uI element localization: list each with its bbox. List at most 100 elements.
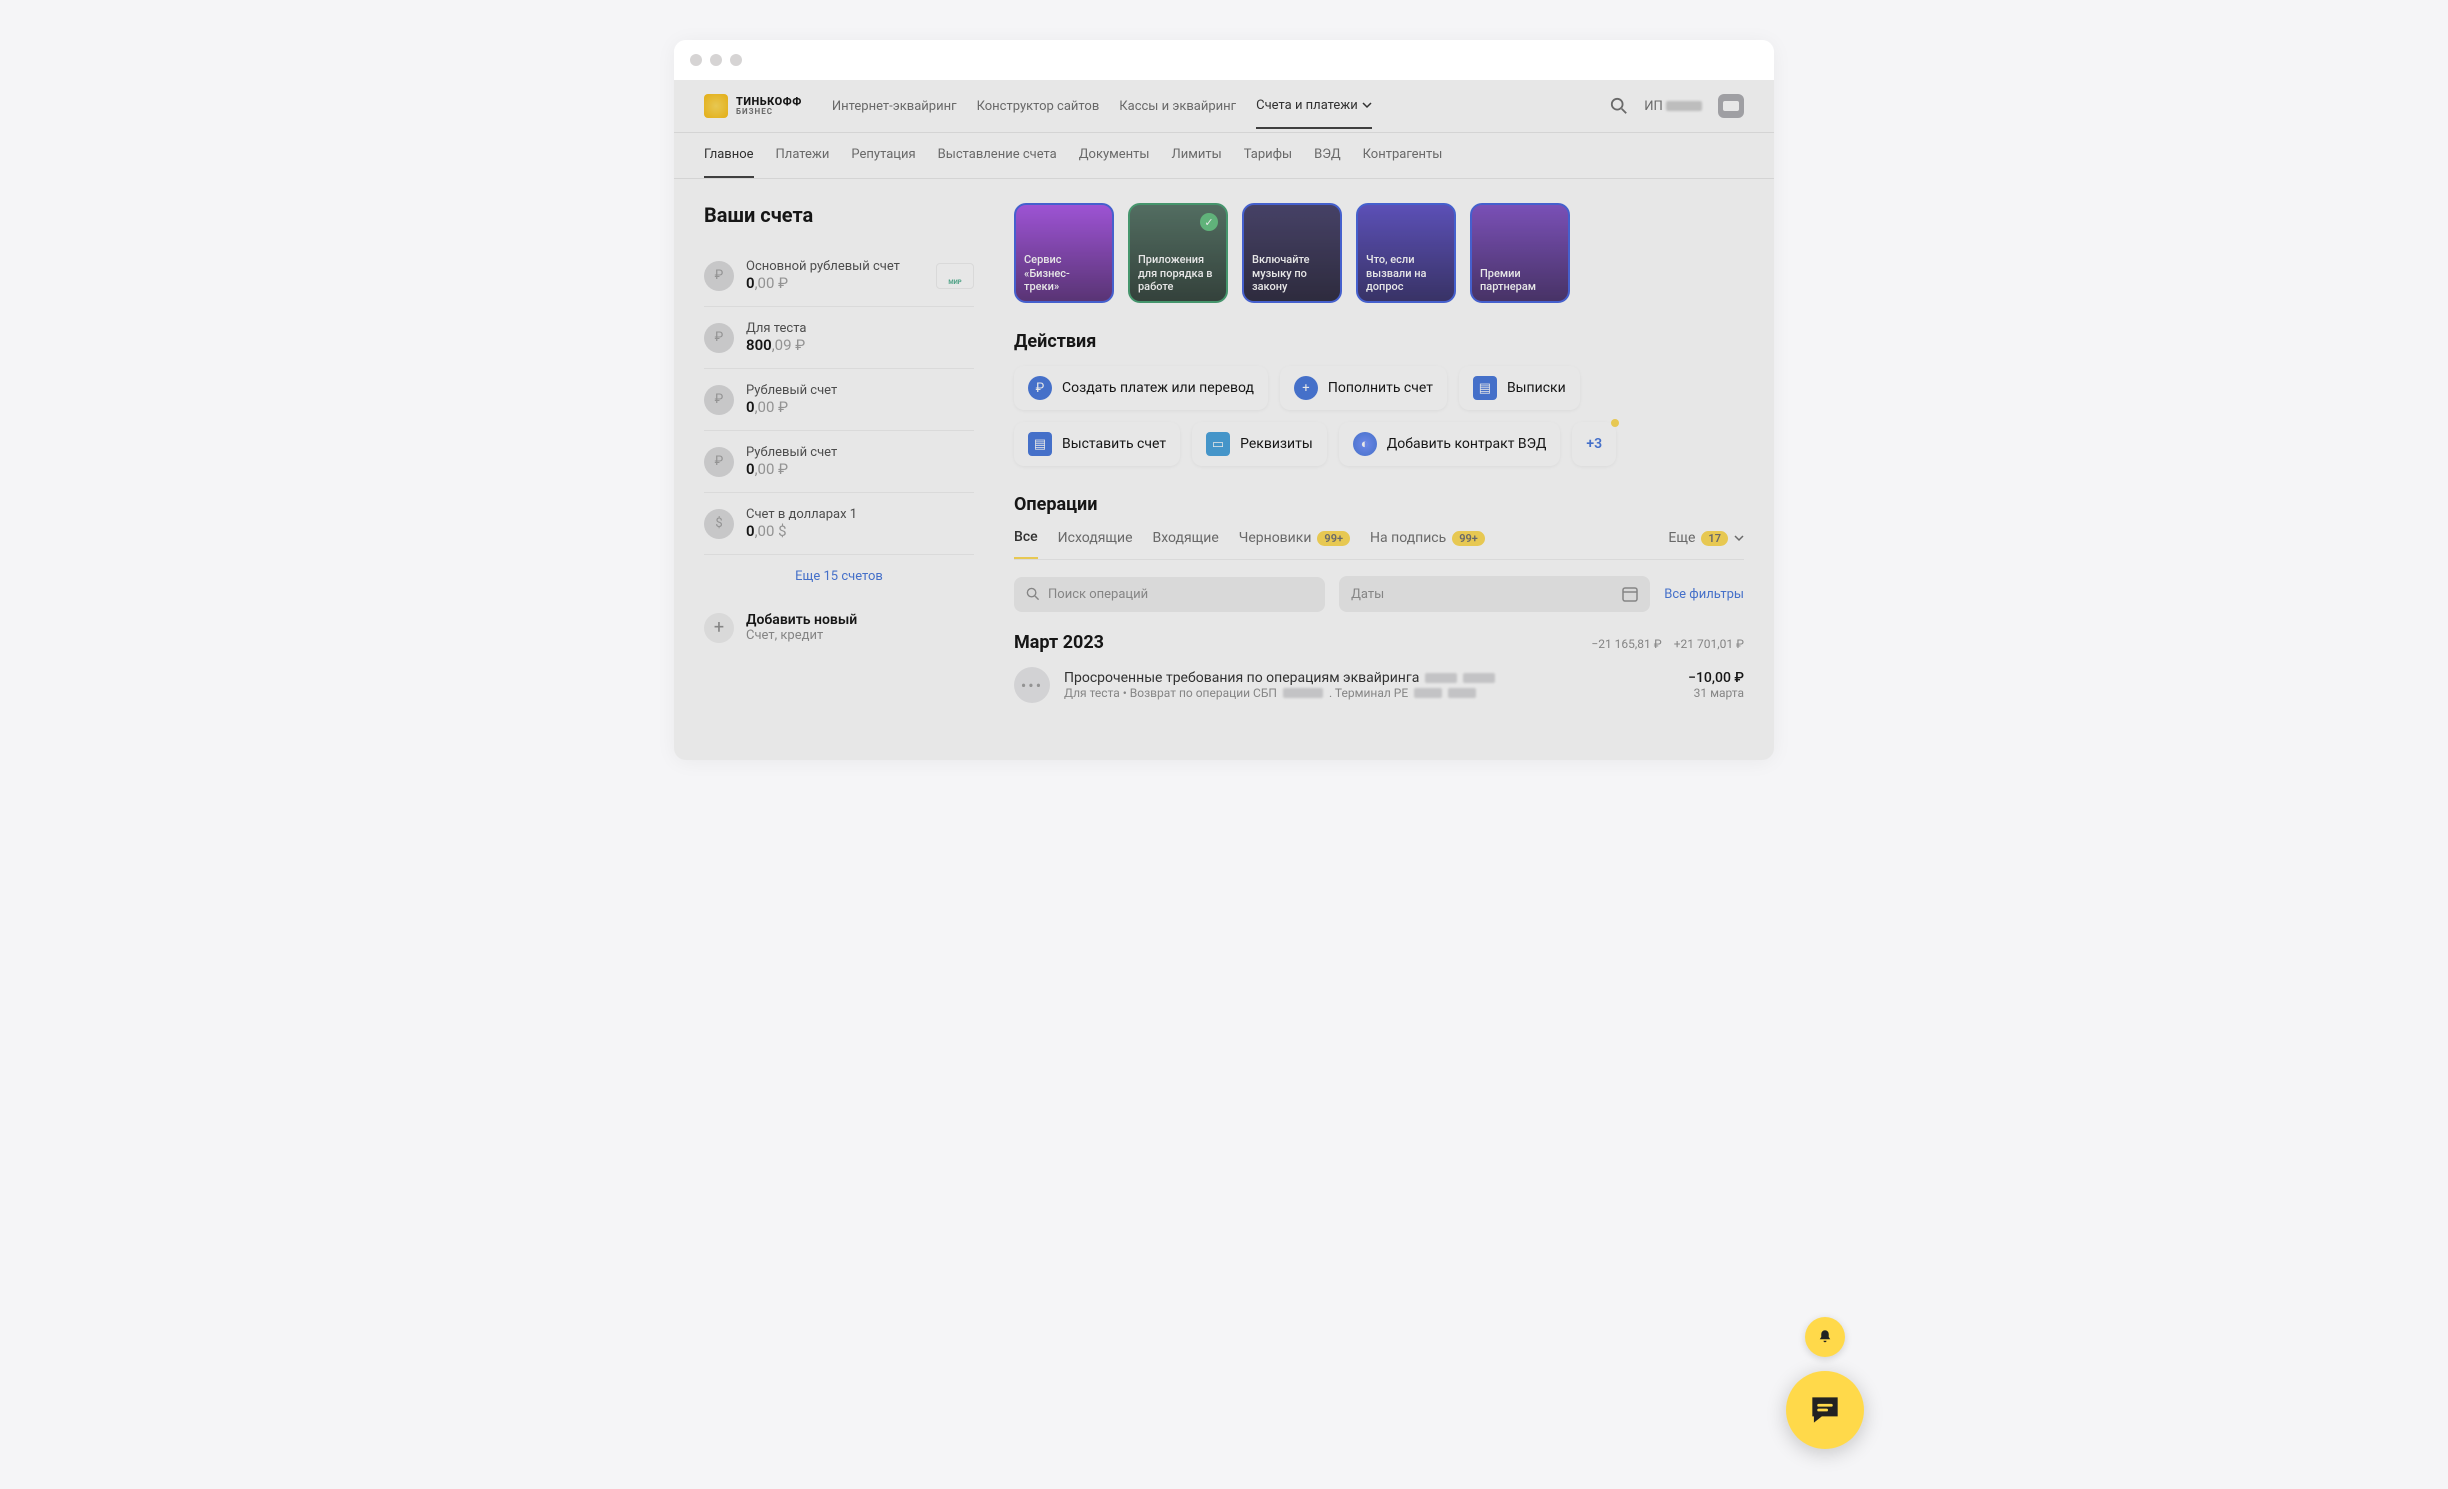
- month-header: Март 2023 −21 165,81 ₽ +21 701,01 ₽: [1014, 632, 1744, 653]
- operations-title: Операции: [1014, 494, 1744, 515]
- sub-nav: Главное Платежи Репутация Выставление сч…: [674, 133, 1774, 179]
- action-details[interactable]: ▭Реквизиты: [1192, 422, 1327, 466]
- redacted: [1414, 688, 1442, 698]
- top-nav-item[interactable]: Интернет-эквайринг: [832, 98, 957, 129]
- content: Ваши счета ₽ Основной рублевый счет 0,00…: [674, 179, 1774, 733]
- invoice-icon: ▤: [1028, 432, 1052, 456]
- bell-icon: [1816, 1328, 1834, 1346]
- action-more[interactable]: +3: [1572, 422, 1616, 466]
- document-icon: ▤: [1473, 376, 1497, 400]
- sub-nav-item[interactable]: Главное: [704, 147, 754, 178]
- operation-avatar: •••: [1014, 667, 1050, 703]
- window-dot[interactable]: [690, 54, 702, 66]
- search-icon[interactable]: [1610, 97, 1628, 115]
- operation-amount: −10,00 ₽: [1688, 670, 1744, 686]
- sub-nav-item[interactable]: Тарифы: [1244, 147, 1292, 178]
- story-card[interactable]: Премии партнерам: [1470, 203, 1570, 303]
- chevron-down-icon: [1362, 100, 1372, 110]
- account-list: ₽ Основной рублевый счет 0,00 ₽ МИР ₽ Дл…: [704, 245, 974, 657]
- ops-tab-in[interactable]: Входящие: [1153, 530, 1219, 558]
- account-item[interactable]: ₽ Рублевый счет 0,00 ₽: [704, 369, 974, 431]
- globe-icon: ◐: [1353, 432, 1377, 456]
- stories-row: Сервис «Бизнес-треки» Приложения для пор…: [1014, 203, 1744, 303]
- actions-title: Действия: [1014, 331, 1744, 352]
- ruble-icon: ₽: [704, 261, 734, 291]
- story-card[interactable]: Включайте музыку по закону: [1242, 203, 1342, 303]
- top-nav-item[interactable]: Кассы и эквайринг: [1119, 98, 1236, 129]
- ops-tab-sign[interactable]: На подпись99+: [1370, 530, 1485, 558]
- operation-sub: Для теста • Возврат по операции СБП . Те…: [1064, 686, 1674, 700]
- ops-tab-drafts[interactable]: Черновики99+: [1239, 530, 1350, 558]
- all-filters-link[interactable]: Все фильтры: [1664, 587, 1744, 602]
- header-right: ИП: [1610, 94, 1744, 118]
- month-title: Март 2023: [1014, 632, 1104, 653]
- chat-icon: [1806, 1391, 1844, 1429]
- add-account-button[interactable]: + Добавить новый Счет, кредит: [704, 598, 974, 657]
- user-label[interactable]: ИП: [1644, 99, 1702, 114]
- app-shell: ТИНЬКОФФ БИЗНЕС Интернет-эквайринг Конст…: [674, 80, 1774, 760]
- account-item[interactable]: ₽ Основной рублевый счет 0,00 ₽ МИР: [704, 245, 974, 307]
- action-create-payment[interactable]: ₽Создать платеж или перевод: [1014, 366, 1268, 410]
- ops-tab-all[interactable]: Все: [1014, 529, 1038, 559]
- browser-window: ТИНЬКОФФ БИЗНЕС Интернет-эквайринг Конст…: [674, 40, 1774, 760]
- wallet-button[interactable]: [1718, 94, 1744, 118]
- action-topup[interactable]: +Пополнить счет: [1280, 366, 1447, 410]
- search-icon: [1026, 587, 1040, 601]
- month-out: −21 165,81 ₽: [1591, 637, 1661, 651]
- top-nav-item-active[interactable]: Счета и платежи: [1256, 98, 1372, 129]
- more-accounts-link[interactable]: Еще 15 счетов: [704, 555, 974, 598]
- top-nav: Интернет-эквайринг Конструктор сайтов Ка…: [832, 98, 1372, 115]
- filter-row: Поиск операций Даты Все фильтры: [1014, 576, 1744, 612]
- operation-date: 31 марта: [1688, 686, 1744, 700]
- ruble-icon: ₽: [704, 323, 734, 353]
- redacted: [1425, 673, 1457, 683]
- ops-tab-out[interactable]: Исходящие: [1058, 530, 1133, 558]
- story-card[interactable]: Сервис «Бизнес-треки»: [1014, 203, 1114, 303]
- plus-icon: +: [704, 613, 734, 643]
- sub-nav-item[interactable]: Документы: [1079, 147, 1150, 178]
- search-operations-input[interactable]: Поиск операций: [1014, 577, 1325, 612]
- brand-name: ТИНЬКОФФ: [736, 96, 802, 107]
- action-invoice[interactable]: ▤Выставить счет: [1014, 422, 1180, 466]
- sub-nav-item[interactable]: Платежи: [776, 147, 830, 178]
- operation-title: Просроченные требования по операциям экв…: [1064, 670, 1674, 686]
- redacted: [1463, 673, 1495, 683]
- brand-sub: БИЗНЕС: [736, 107, 802, 116]
- header: ТИНЬКОФФ БИЗНЕС Интернет-эквайринг Конст…: [674, 80, 1774, 133]
- story-card[interactable]: Что, если вызвали на допрос: [1356, 203, 1456, 303]
- sub-nav-item[interactable]: Лимиты: [1172, 147, 1222, 178]
- sub-nav-item[interactable]: Репутация: [851, 147, 915, 178]
- logo[interactable]: ТИНЬКОФФ БИЗНЕС: [704, 94, 802, 118]
- sub-nav-item[interactable]: Выставление счета: [938, 147, 1057, 178]
- mir-card-icon: МИР: [936, 263, 974, 289]
- chevron-down-icon: [1734, 533, 1744, 543]
- sub-nav-item[interactable]: ВЭД: [1314, 147, 1340, 178]
- window-dot[interactable]: [710, 54, 722, 66]
- sub-nav-item[interactable]: Контрагенты: [1363, 147, 1443, 178]
- action-ved[interactable]: ◐Добавить контракт ВЭД: [1339, 422, 1561, 466]
- dollar-icon: $: [704, 509, 734, 539]
- ruble-icon: ₽: [704, 447, 734, 477]
- redacted: [1666, 101, 1702, 111]
- action-statements[interactable]: ▤Выписки: [1459, 366, 1580, 410]
- calendar-icon: [1622, 586, 1638, 602]
- account-item[interactable]: $ Счет в долларах 1 0,00 $: [704, 493, 974, 555]
- account-item[interactable]: ₽ Для теста 800,09 ₽: [704, 307, 974, 369]
- operations-tabs: Все Исходящие Входящие Черновики99+ На п…: [1014, 529, 1744, 560]
- operation-row[interactable]: ••• Просроченные требования по операциям…: [1014, 667, 1744, 703]
- date-input[interactable]: Даты: [1339, 576, 1650, 612]
- briefcase-icon: ▭: [1206, 432, 1230, 456]
- window-controls: [674, 40, 1774, 80]
- chat-button[interactable]: [1786, 1371, 1864, 1449]
- accounts-panel: Ваши счета ₽ Основной рублевый счет 0,00…: [704, 203, 974, 703]
- ops-tab-more[interactable]: Еще17: [1668, 530, 1744, 558]
- top-nav-item[interactable]: Конструктор сайтов: [977, 98, 1100, 129]
- floating-buttons: [1786, 1317, 1864, 1449]
- account-item[interactable]: ₽ Рублевый счет 0,00 ₽: [704, 431, 974, 493]
- notifications-button[interactable]: [1805, 1317, 1845, 1357]
- redacted: [1448, 688, 1476, 698]
- month-in: +21 701,01 ₽: [1674, 637, 1744, 651]
- window-dot[interactable]: [730, 54, 742, 66]
- logo-shield-icon: [704, 94, 728, 118]
- story-card[interactable]: Приложения для порядка в работе: [1128, 203, 1228, 303]
